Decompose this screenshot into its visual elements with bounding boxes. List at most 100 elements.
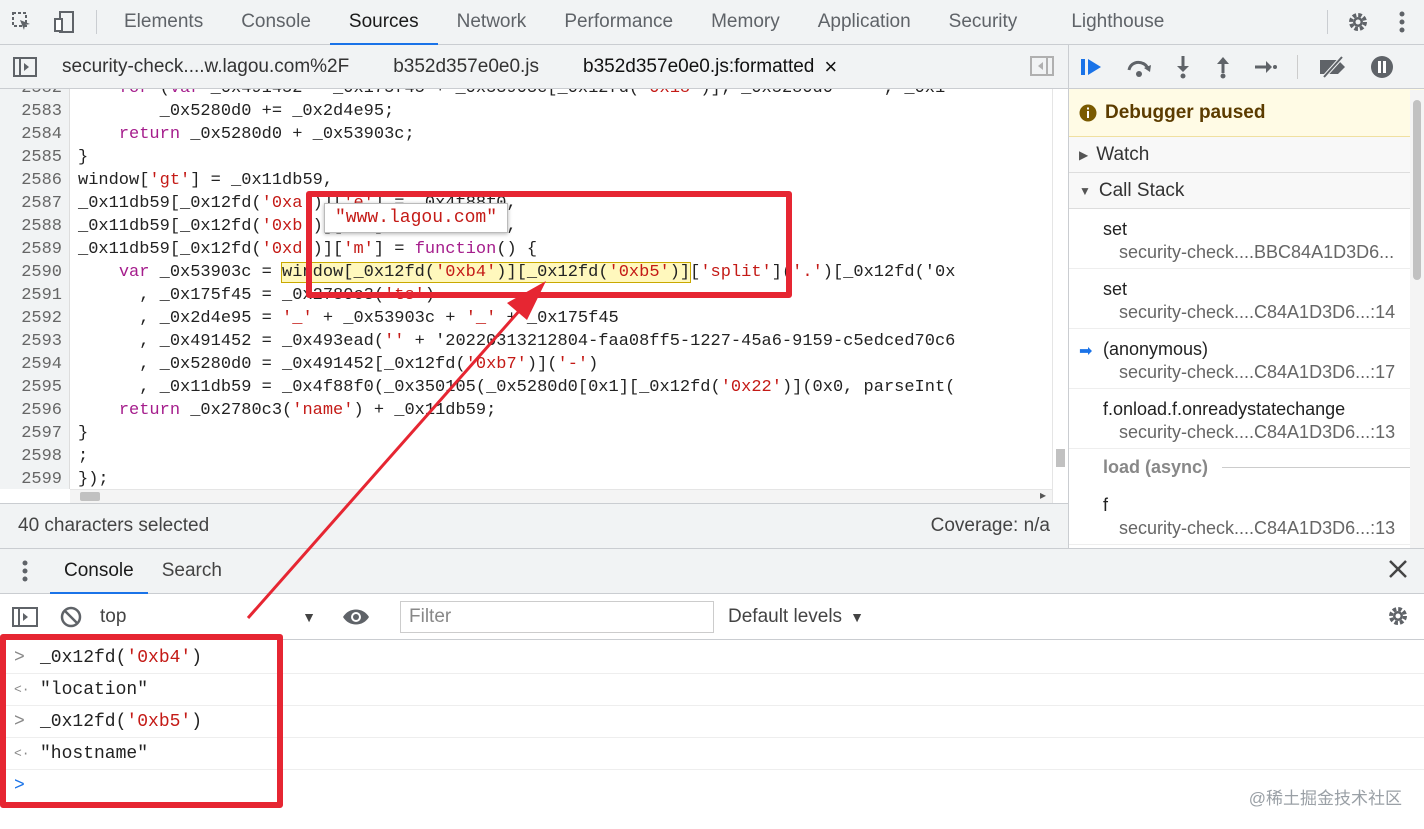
code-text: , _0x491452 = _0x493ead('' + '2022031321… [78,332,956,351]
tab-application[interactable]: Application [799,0,930,44]
code-line[interactable]: 2584 return _0x5280d0 + _0x53903c; [0,123,1052,146]
line-number[interactable]: 2582 [0,89,62,100]
drawer-tab-console[interactable]: Console [50,549,148,594]
eye-icon[interactable] [342,608,370,626]
async-label: load (async) [1103,456,1209,477]
code-line[interactable]: 2586 window['gt'] = _0x11db59, [0,169,1052,192]
frame-location[interactable]: security-check....C84A1D3D6...:13 [1119,518,1424,539]
code-line[interactable]: 2595 , _0x11db59 = _0x4f88f0(_0x350105(_… [0,376,1052,399]
expand-triangle-icon: ▶ [1079,147,1089,162]
step-over-icon[interactable] [1125,56,1153,78]
vertical-scrollbar[interactable] [1052,89,1068,503]
resume-icon[interactable] [1079,56,1105,78]
code-line[interactable]: 2598; [0,445,1052,468]
tab-console[interactable]: Console [222,0,330,44]
watch-label: Watch [1096,143,1150,165]
call-stack-section[interactable]: ▼ Call Stack [1069,173,1424,209]
file-tab-label: b352d357e0e0.js:formatted [583,55,815,77]
line-number[interactable]: 2583 [0,100,62,123]
divider [1327,10,1328,34]
drawer-menu-icon[interactable] [0,549,50,593]
step-into-icon[interactable] [1173,55,1193,79]
selection-status: 40 characters selected [18,515,210,536]
frame-location[interactable]: security-check....C84A1D3D6...:17 [1119,362,1424,383]
close-icon[interactable]: × [824,54,837,80]
sidebar-scrollbar[interactable] [1410,90,1424,548]
code-line[interactable]: 2593 , _0x491452 = _0x493ead('' + '20220… [0,330,1052,353]
tab-memory[interactable]: Memory [692,0,799,44]
code-line[interactable]: 2583 _0x5280d0 += _0x2d4e95; [0,100,1052,123]
line-number[interactable]: 2590 [0,261,62,284]
call-frame[interactable]: f security-check....C84A1D3D6...:13 [1069,485,1424,545]
toggle-navigator-icon[interactable] [0,45,50,89]
frame-location[interactable]: security-check....C84A1D3D6...:14 [1119,302,1424,323]
pause-on-exceptions-icon[interactable] [1370,55,1394,79]
line-number[interactable]: 2588 [0,215,62,238]
line-number[interactable]: 2585 [0,146,62,169]
close-drawer-icon[interactable] [1388,559,1408,579]
frame-location[interactable]: security-check....C84A1D3D6...:13 [1119,422,1424,443]
code-line[interactable]: 2585} [0,146,1052,169]
inspect-icon[interactable] [0,0,44,44]
line-number[interactable]: 2591 [0,284,62,307]
call-frame[interactable]: set security-check....BBC84A1D3D6... [1069,209,1424,269]
tab-security[interactable]: Security [930,0,1037,44]
more-vertical-icon[interactable] [1380,11,1424,33]
tab-sources[interactable]: Sources [329,0,438,45]
line-number[interactable]: 2586 [0,169,62,192]
file-tab-js[interactable]: b352d357e0e0.js [381,56,551,78]
line-number[interactable]: 2589 [0,238,62,261]
toggle-debugger-icon[interactable] [1030,56,1054,76]
line-number[interactable]: 2584 [0,123,62,146]
file-tab-security-check[interactable]: security-check....w.lagou.com%2F [50,56,361,78]
watch-section[interactable]: ▶ Watch [1069,137,1424,173]
line-number[interactable]: 2593 [0,330,62,353]
line-number[interactable]: 2597 [0,422,62,445]
call-frame-current[interactable]: ➡ (anonymous) security-check....C84A1D3D… [1069,329,1424,389]
log-levels-dropdown[interactable]: Default levels ▼ [728,606,864,628]
coverage-status: Coverage: n/a [930,515,1050,536]
line-number[interactable]: 2599 [0,468,62,489]
call-frame[interactable]: set security-check....C84A1D3D6...:14 [1069,269,1424,329]
tab-network[interactable]: Network [438,0,546,44]
file-tab-label: b352d357e0e0.js [393,55,540,77]
code-line[interactable]: 2597} [0,422,1052,445]
clear-console-icon[interactable] [60,606,82,628]
step-out-icon[interactable] [1213,55,1233,79]
filter-input[interactable]: Filter [400,600,714,633]
line-number[interactable]: 2598 [0,445,62,468]
tab-performance[interactable]: Performance [545,0,692,44]
code-line[interactable]: 2592 , _0x2d4e95 = '_' + _0x53903c + '_'… [0,307,1052,330]
code-line[interactable]: 2599}); [0,468,1052,489]
frame-function: set [1103,219,1128,239]
toggle-sidebar-icon[interactable] [12,606,38,627]
horizontal-scrollbar[interactable]: ▸ [70,488,1052,503]
file-tab-formatted[interactable]: b352d357e0e0.js:formatted × [571,54,849,80]
device-toggle-icon[interactable] [44,0,88,44]
context-selector[interactable]: top ▼ [96,602,320,632]
line-number[interactable]: 2594 [0,353,62,376]
frame-function: f.onload.f.onreadystatechange [1103,399,1346,419]
devtools-tab-bar: Elements Console Sources Network Perform… [0,0,1424,45]
drawer-tab-bar: Console Search [0,548,1424,594]
step-icon[interactable] [1253,57,1277,77]
code-text: ; [78,447,89,466]
line-number[interactable]: 2595 [0,376,62,399]
drawer-tab-search[interactable]: Search [148,549,236,593]
frame-function: set [1103,279,1128,299]
code-line[interactable]: 2596 return _0x2780c3('name') + _0x11db5… [0,399,1052,422]
call-frame[interactable]: f.onload.f.onreadystatechange security-c… [1069,389,1424,449]
dropdown-triangle-icon: ▼ [302,608,316,625]
gear-icon[interactable] [1336,10,1380,34]
tab-elements[interactable]: Elements [105,0,222,44]
line-number[interactable]: 2596 [0,399,62,422]
console-settings-gear-icon[interactable] [1386,604,1410,628]
code-line[interactable]: 2582 for (var _0x491452 = _0x175f45 + _0… [0,89,1052,100]
line-number[interactable]: 2592 [0,307,62,330]
code-line[interactable]: 2594 , _0x5280d0 = _0x491452[_0x12fd('0x… [0,353,1052,376]
tab-lighthouse[interactable]: Lighthouse [1052,0,1183,44]
frame-location[interactable]: security-check....BBC84A1D3D6... [1119,242,1424,263]
deactivate-breakpoints-icon[interactable] [1318,55,1350,78]
line-number[interactable]: 2587 [0,192,62,215]
dropdown-triangle-icon: ▼ [850,608,864,625]
